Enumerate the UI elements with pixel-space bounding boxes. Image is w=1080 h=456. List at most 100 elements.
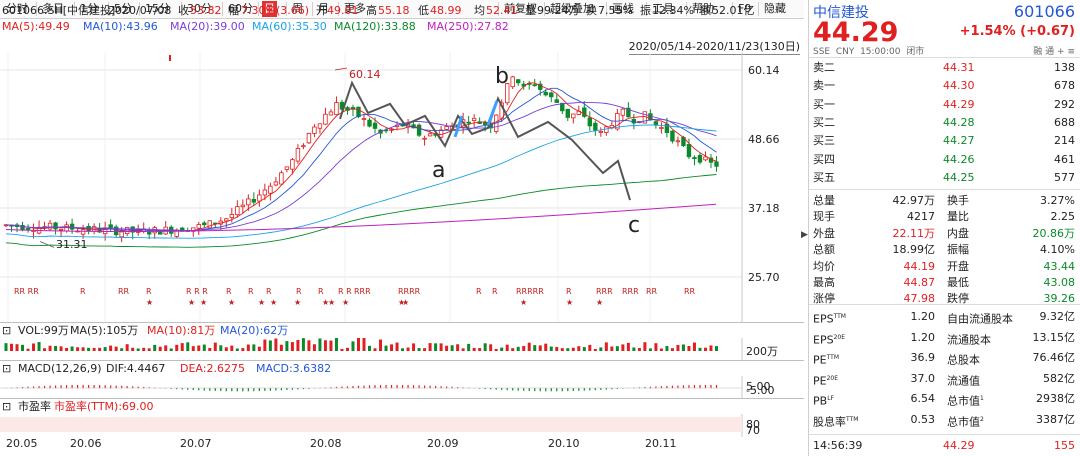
panel-menu-icon[interactable]: ⊡ [2, 323, 11, 338]
macd-bar [501, 388, 503, 390]
candle-body [53, 222, 58, 230]
order-book-row[interactable]: 买三 44.27 214 [809, 133, 1080, 149]
volume-bar [70, 346, 74, 351]
candle-body [268, 185, 273, 194]
ma20-label: MA(20):39.00 [170, 20, 245, 33]
volume-bar [401, 348, 405, 351]
book-volume: 461 [1054, 152, 1075, 166]
volume-bar [268, 340, 272, 351]
volume-bar [109, 345, 113, 351]
candle-body [416, 124, 422, 136]
book-price: 44.25 [943, 170, 975, 184]
quote-icons[interactable]: 融 通 + ≡ [1033, 44, 1075, 57]
candle-body [466, 121, 471, 124]
volume-bar [230, 345, 234, 351]
stock-code: 601066 [1013, 2, 1075, 21]
volume-bar [37, 342, 41, 351]
candle-body [697, 154, 703, 163]
candle-body [86, 225, 91, 232]
volume-bar [81, 347, 85, 351]
macd-bar [506, 388, 508, 391]
menu-icon[interactable]: ≡ [1067, 47, 1075, 57]
volume-bar [549, 346, 553, 351]
vol-ma20: MA(20):62万 [220, 324, 289, 337]
book-volume: 688 [1054, 115, 1075, 129]
margin-icon[interactable]: 融 [1033, 47, 1042, 57]
macd-bar [187, 388, 189, 390]
volume-bar [246, 344, 250, 351]
stat-label: 换手 [947, 194, 969, 207]
rr-mark: RR [684, 287, 696, 296]
macd-dea: DEA:2.6275 [180, 362, 245, 375]
candle-body [25, 227, 31, 230]
connect-icon[interactable]: 通 [1045, 47, 1054, 57]
order-book-row[interactable]: 买二 44.28 688 [809, 115, 1080, 131]
info-field: 52.41 [486, 4, 518, 17]
order-book-row[interactable]: 买一 44.29 292 [809, 97, 1080, 113]
candlestick-chart[interactable]: RR RR R RR R R R RRRRRRR R RRR RRRR R R RRRRR R RRR… [0, 52, 804, 437]
fundamental-row: EPSTTM 1.20 自由流通股本 9.32亿 [809, 309, 1080, 326]
candle-body [482, 122, 488, 125]
book-level: 买四 [813, 152, 835, 166]
panel-menu-icon[interactable]: ⊡ [2, 399, 11, 414]
volume-bar [461, 348, 465, 351]
rr-mark: R [296, 287, 302, 296]
book-level: 买一 [813, 97, 835, 111]
tick-volume: 155 [1054, 439, 1075, 452]
volume-bar [219, 345, 223, 351]
collapse-panel-icon[interactable]: ▶ [801, 230, 808, 240]
volume-bar [637, 347, 641, 351]
info-field: 52.01亿 [712, 4, 755, 17]
fund-label: EPS20E [813, 333, 846, 347]
macd-bar [209, 388, 211, 391]
rr-mark: RRRRR [516, 287, 544, 296]
info-field: 12.34% [652, 4, 694, 17]
volume-bar [147, 348, 151, 351]
volume-bar [191, 346, 195, 351]
add-icon[interactable]: + [1057, 47, 1065, 57]
star-mark: ★ [200, 298, 207, 307]
fund-value: 36.9 [910, 351, 936, 365]
order-book-row[interactable]: 卖一 44.30 678 [809, 78, 1080, 94]
stat-label: 均价 [813, 259, 835, 273]
panel-menu-icon[interactable]: ⊡ [2, 361, 11, 376]
wave-a-label: a [432, 158, 446, 183]
candle-body [317, 123, 323, 129]
rr-mark: RRRR [398, 287, 421, 296]
volume-bar [318, 338, 322, 351]
macd-bar [242, 388, 244, 392]
volume-panel-header: ⊡ VOL:99万 MA(5):105万 MA(10):81万 MA(20):6… [0, 322, 804, 338]
book-volume: 138 [1054, 61, 1075, 74]
volume-bar [197, 345, 201, 351]
order-book-row[interactable]: 卖二 44.31 138 [809, 60, 1080, 76]
price-tick-3: 37.18 [748, 202, 780, 215]
volume-bar [164, 345, 168, 351]
candle-body [422, 137, 427, 140]
candle-body [543, 91, 548, 96]
candle-body [598, 131, 604, 133]
volume-bar [362, 337, 366, 351]
candle-body [604, 126, 609, 133]
volume-bar [301, 338, 305, 351]
stat-label: 振幅 [947, 243, 969, 257]
book-volume: 577 [1054, 170, 1075, 184]
fund-label: 流通股本 [947, 333, 991, 347]
info-field: 99.24万 [537, 4, 580, 17]
high-annotation: 60.14 [349, 68, 381, 81]
volume-bar [340, 348, 344, 351]
candle-body [279, 172, 284, 185]
info-field: 601066.SH[中信建投] [2, 4, 116, 17]
volume-bar [538, 345, 542, 351]
macd-bar [220, 388, 222, 392]
book-price: 44.31 [943, 61, 975, 74]
volume-bar [136, 348, 140, 351]
tool-button[interactable]: 隐藏 [762, 1, 788, 17]
macd-bar [589, 388, 591, 391]
rr-mark: R [80, 287, 86, 296]
date-tick: 20.08 [310, 437, 342, 450]
stat-label: 总额 [813, 243, 835, 257]
order-book-row[interactable]: 买四 44.26 461 [809, 152, 1080, 168]
order-book-row[interactable]: 买五 44.25 577 [809, 170, 1080, 186]
info-field: 开 [316, 4, 327, 17]
info-field: 48.99 [430, 4, 462, 17]
